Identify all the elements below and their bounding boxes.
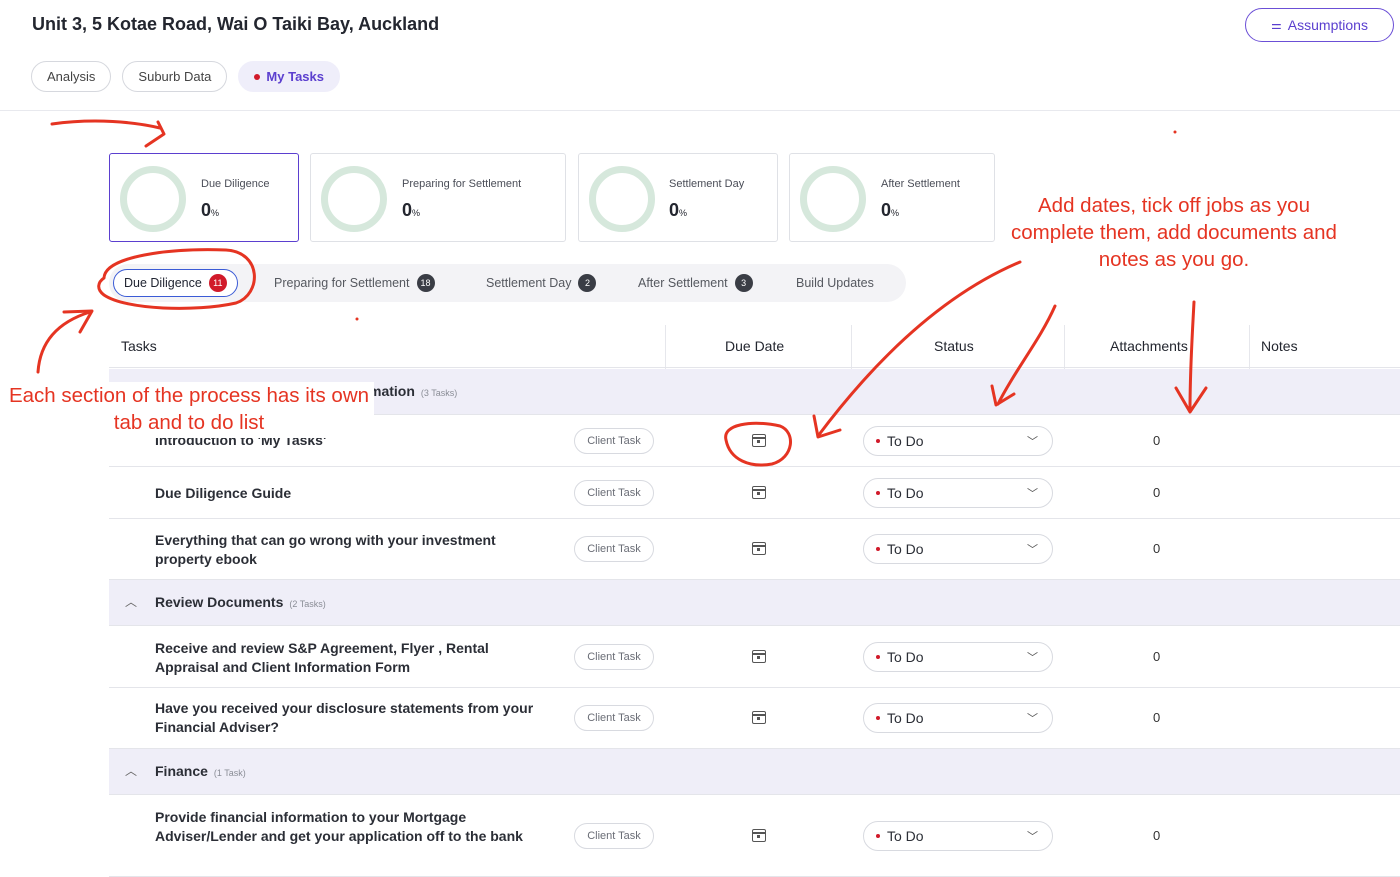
annotation-arrow bbox=[816, 260, 1022, 438]
annotation-arrow bbox=[996, 304, 1057, 406]
annotation-dot bbox=[1173, 130, 1177, 134]
annotation-arrow bbox=[1188, 300, 1196, 412]
annotation-circle bbox=[724, 421, 792, 467]
annotation-arrow bbox=[50, 119, 162, 130]
annotation-circle bbox=[97, 248, 256, 310]
annotation-dot bbox=[355, 317, 359, 321]
annotation-arrows bbox=[36, 119, 1208, 467]
annotation-arrow bbox=[36, 310, 92, 374]
